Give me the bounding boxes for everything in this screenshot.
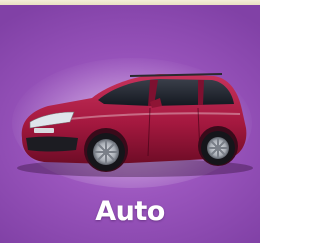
tile-label: Auto <box>95 196 165 227</box>
auto-category-tile[interactable]: Auto <box>0 0 260 243</box>
